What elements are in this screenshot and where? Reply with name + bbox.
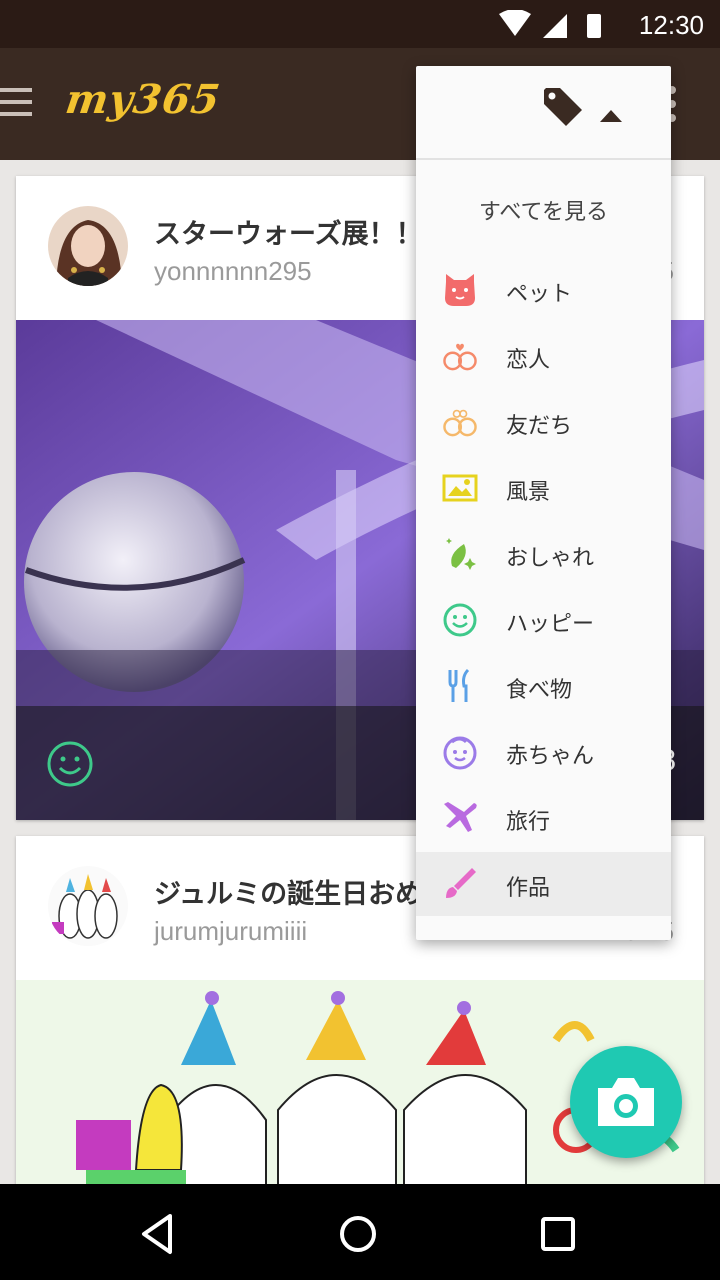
category-item-food[interactable]: 食べ物 (416, 654, 671, 718)
brush-icon (446, 868, 476, 898)
smile-icon (443, 603, 477, 637)
category-label: 旅行 (506, 810, 551, 835)
category-item-landscape[interactable]: 風景 (416, 456, 671, 520)
back-icon[interactable] (136, 1212, 180, 1256)
post-username[interactable]: jurumjurumiiii (154, 916, 307, 947)
status-icons (499, 10, 601, 38)
category-label: 風景 (506, 480, 551, 505)
avatar[interactable] (48, 206, 128, 286)
airplane-icon (444, 802, 477, 832)
category-item-travel[interactable]: 旅行 (416, 786, 671, 850)
navigation-bar (0, 1184, 720, 1280)
status-bar: 12:30 (0, 0, 720, 48)
landscape-icon (442, 474, 478, 502)
category-label: ペット (506, 282, 573, 307)
category-item-baby[interactable]: 赤ちゃん (416, 720, 671, 784)
category-label: 食べ物 (506, 678, 573, 703)
cat-icon (445, 274, 475, 306)
category-item-lover[interactable]: 恋人 (416, 324, 671, 388)
smile-icon[interactable] (46, 740, 94, 788)
category-item-happy[interactable]: ハッピー (416, 588, 671, 652)
fork-knife-icon (448, 668, 470, 702)
category-label: おしゃれ (506, 546, 595, 571)
category-label: 作品 (506, 876, 551, 901)
sparkle-icon (446, 538, 476, 570)
dropdown-header[interactable] (416, 66, 671, 160)
caret-up-icon[interactable] (600, 110, 622, 122)
recents-icon[interactable] (536, 1212, 580, 1256)
friends-icon (443, 409, 477, 437)
avatar[interactable] (48, 866, 128, 946)
menu-icon[interactable] (0, 88, 34, 120)
post-title[interactable]: スターウォーズ展！！！ (154, 212, 450, 251)
camera-fab[interactable] (570, 1046, 682, 1158)
category-item-fashion[interactable]: おしゃれ (416, 522, 671, 586)
signal-icon (543, 14, 567, 38)
see-all-item[interactable]: すべてを見る (416, 194, 671, 226)
app-logo[interactable]: my365 (63, 76, 224, 123)
baby-icon (443, 736, 477, 770)
category-label: 赤ちゃん (506, 744, 595, 769)
home-icon[interactable] (336, 1212, 380, 1256)
category-label: 恋人 (506, 348, 551, 373)
category-item-pet[interactable]: ペット (416, 258, 671, 322)
post-username[interactable]: yonnnnnn295 (154, 256, 312, 287)
category-label: ハッピー (506, 612, 595, 637)
category-item-works[interactable]: 作品 (416, 852, 671, 916)
clock: 12:30 (638, 10, 704, 40)
category-dropdown: すべてを見る ペット 恋人 友だち 風景 おしゃれ ハッピー 食べ物 赤ちゃん … (416, 66, 671, 940)
wifi-icon (499, 10, 531, 36)
battery-icon (587, 14, 601, 38)
category-label: 友だち (506, 414, 573, 439)
category-item-friends[interactable]: 友だち (416, 390, 671, 454)
couple-icon (443, 343, 477, 371)
post-title[interactable]: ジュルミの誕生日おめ (154, 872, 422, 911)
camera-icon (598, 1078, 654, 1126)
tag-icon[interactable] (542, 86, 584, 128)
